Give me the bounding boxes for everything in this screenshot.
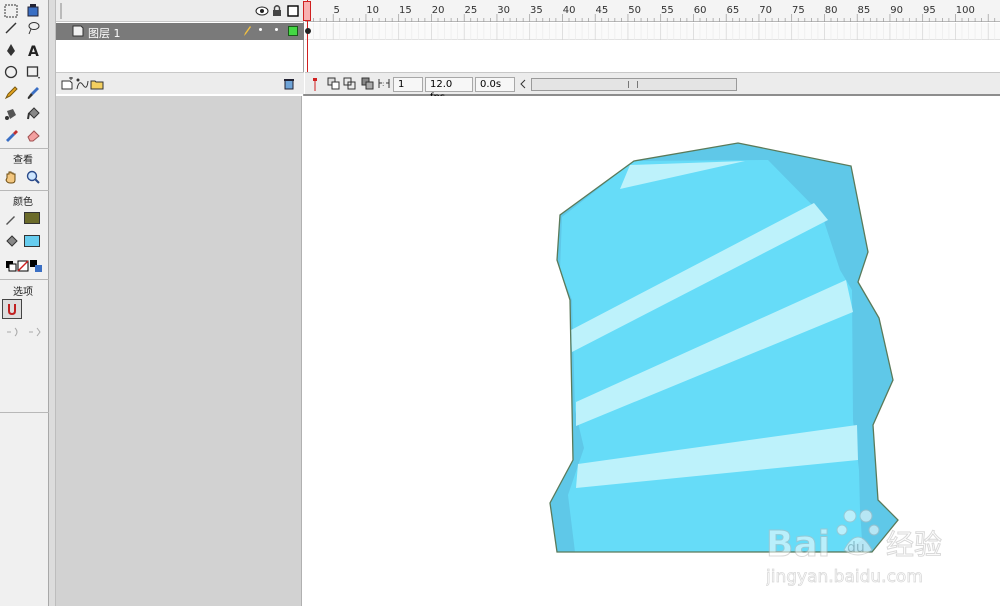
svg-text:A: A [28,44,39,58]
eraser-tool-icon[interactable] [23,125,43,145]
insert-folder-icon[interactable] [90,77,104,90]
ruler-label: 85 [857,5,871,16]
lock-icon[interactable] [272,4,282,17]
baidu-logo: Bai du 经验 jingyan.baidu.com [765,509,943,587]
visibility-dot[interactable] [259,28,262,31]
svg-text:du: du [847,540,865,556]
view-section-label: 查看 [13,155,33,166]
rectangle-tool-icon[interactable] [23,62,43,82]
swap-colors-icon[interactable] [26,256,46,276]
eyedropper-tool-icon[interactable] [1,125,21,145]
oval-tool-icon[interactable] [1,62,21,82]
layer-toolbar [56,72,304,94]
onion-skin-outlines-icon[interactable] [343,77,357,90]
stroke-color-icon [1,209,21,229]
line-tool-icon[interactable] [1,18,21,38]
ruler-label: 100 [955,5,975,16]
hand-tool-icon[interactable] [1,167,21,187]
brush-tool-icon[interactable] [23,83,43,103]
ruler-label: 80 [824,5,838,16]
edit-multiple-frames-icon[interactable] [361,77,375,90]
outline-icon[interactable] [287,5,299,17]
timeline-scrollbar[interactable] [531,78,737,91]
tools-divider [0,190,49,191]
ruler-label: 65 [726,5,740,16]
straighten-icon [25,322,45,342]
modify-onion-markers-icon[interactable]: : [377,77,391,90]
zoom-tool-icon[interactable] [23,167,43,187]
playhead-handle[interactable] [303,1,311,21]
add-motion-guide-icon[interactable] [75,77,89,90]
ruler-label: 75 [791,5,805,16]
smooth-icon [3,322,23,342]
ruler-label: 5 [333,5,340,16]
brand-text: Bai [766,524,830,565]
ink-bottle-tool-icon[interactable] [1,104,21,124]
ruler-label: 90 [890,5,903,16]
delete-layer-icon[interactable] [283,77,295,90]
pasteboard [56,96,302,606]
center-frame-icon[interactable] [311,78,319,91]
frames-area: 5 10 15 20 25 30 35 40 45 50 55 60 65 70 75 80 85 90 95 100… [303,0,1000,103]
panel-grip-icon [60,3,62,19]
paint-bucket-tool-icon[interactable] [23,104,43,124]
colors-section-label: 颜色 [13,197,33,208]
ruler-label: 95 [922,5,936,16]
lock-dot[interactable] [275,28,278,31]
frame-row[interactable] [305,23,1000,40]
layer-panel: 图层 1 [56,0,304,96]
tools-divider [0,412,49,413]
layer-outline-color[interactable] [288,26,298,36]
fill-color-swatch[interactable] [24,235,40,247]
options-section-label: 选项 [13,287,33,298]
ruler-label: 10 [366,5,379,16]
tools-panel: A 查看 颜色 选项 [0,0,49,606]
ruler-label: 40 [562,5,576,16]
insert-layer-icon[interactable] [60,77,74,90]
ruler-label: 25 [464,5,478,16]
ruler-label: 50 [628,5,641,16]
paw-icon: du [836,509,880,556]
timeline-toolbar: : 1 12.0 fps 0.0s [305,72,1000,103]
brand-suffix: 经验 [886,528,942,561]
fill-color-icon [1,232,21,252]
tools-divider [0,148,49,149]
current-frame-field: 1 [393,77,423,92]
ruler-label: 30 [497,5,510,16]
frame-ruler[interactable]: 5 10 15 20 25 30 35 40 45 50 55 60 65 70 75 80 85 90 95 100 [305,0,1000,22]
baidu-watermark: Bai du 经验 jingyan.baidu.com [765,500,996,590]
stroke-color-swatch[interactable] [24,212,40,224]
scroll-left-icon[interactable] [519,79,527,89]
ruler-label: 45 [595,5,609,16]
layer-row[interactable]: 图层 1 [56,23,304,40]
tools-panel-edge [49,0,56,606]
text-tool-icon[interactable]: A [23,40,43,60]
frame-rate-field[interactable]: 12.0 fps [425,77,473,103]
ruler-label: 35 [529,5,543,16]
tools-divider [0,279,49,280]
layer-header [56,0,304,22]
snap-magnet-icon[interactable] [2,299,22,319]
ruler-label: 60 [693,5,707,16]
pencil-tool-icon[interactable] [1,83,21,103]
onion-skin-icon[interactable] [327,77,341,90]
svg-text::: : [382,80,384,88]
timeline-panel: 图层 1 5 10 15 20 25 30 35 40 45 50 55 60 65 70 75 80 85 90… [56,0,1000,103]
lasso-tool-icon[interactable] [23,18,43,38]
edit-pencil-icon [244,26,251,36]
keyframe-dot[interactable] [305,28,311,34]
ruler-label: 55 [660,5,674,16]
frame-cells [306,23,996,40]
elapsed-time-field: 0.0s [475,77,515,92]
ruler-label: 15 [398,5,412,16]
ruler-label: 20 [431,5,445,16]
pen-tool-icon[interactable] [1,40,21,60]
layer-icon [72,25,84,37]
watermark-url: jingyan.baidu.com [766,567,923,587]
ruler-label: 70 [759,5,772,16]
scrollbar-grip[interactable] [628,81,638,88]
eye-icon[interactable] [255,5,269,17]
layer-name[interactable]: 图层 1 [88,25,121,41]
